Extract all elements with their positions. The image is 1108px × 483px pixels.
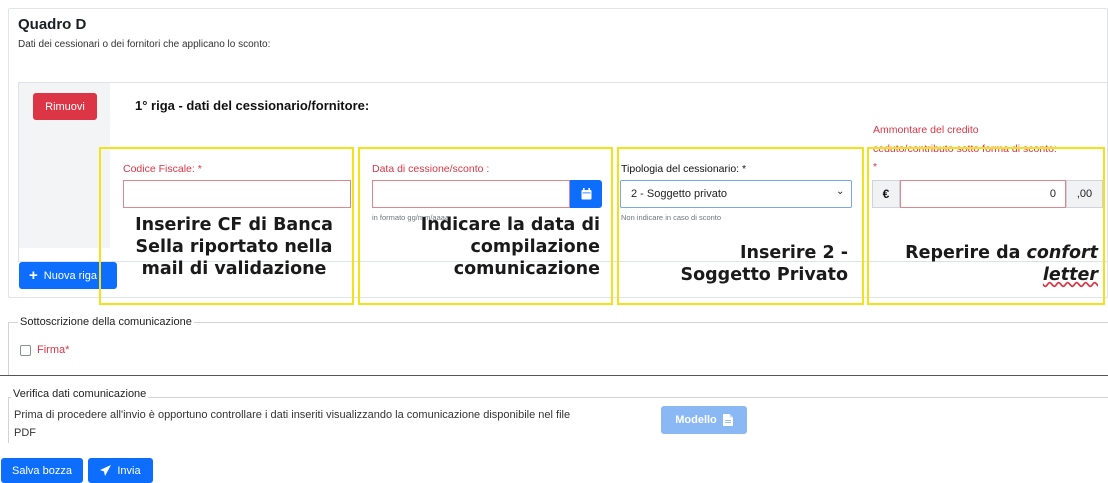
page-title: Quadro D [18,16,87,33]
divider [0,375,1108,376]
annotation-ammontare-prefix: Reperire da [905,243,1027,263]
annotation-ammontare-line2: letter [1042,265,1098,285]
firma-label: Firma* [37,344,70,356]
annotation-ammontare: Reperire da confort letter [872,242,1098,286]
annotation-tipologia-line: Inserire 2 - [739,243,848,263]
annotation-tipologia-line: Soggetto Privato [680,265,848,285]
annotation-cf-line: Inserire CF di Banca [135,215,333,235]
page-subtitle: Dati dei cessionari o dei fornitori che … [18,39,271,50]
file-icon [722,414,733,426]
verifica-legend: Verifica dati comunicazione [11,388,149,400]
annotation-data-line: Indicare la data di [420,215,600,235]
verifica-text-line1: Prima di procedere all'invio è opportuno… [14,409,571,421]
row-title: 1° riga - dati del cessionario/fornitore… [135,98,370,113]
modello-button[interactable]: Modello [661,406,747,434]
annotation-cf: Inserire CF di Banca Sella riportato nel… [123,214,345,280]
remove-row-button[interactable]: Rimuovi [33,93,97,120]
sottoscrizione-fieldset [8,322,1108,376]
ammontare-label-line1: Ammontare del credito [873,124,979,136]
annotation-tipologia: Inserire 2 - Soggetto Privato [626,242,848,286]
verifica-text-line2: PDF [14,427,36,439]
send-button[interactable]: Invia [88,458,153,483]
sottoscrizione-legend: Sottoscrizione della comunicazione [18,316,194,328]
annotation-cf-line: mail di validazione [141,259,327,279]
send-label: Invia [117,464,141,477]
annotation-data-line: comunicazione [453,259,600,279]
firma-checkbox[interactable] [20,345,31,356]
annotation-data-line: compilazione [470,237,601,257]
add-row-label: Nuova riga [43,269,97,282]
annotation-ammontare-italic: confort [1026,243,1099,263]
annotation-data: Indicare la data di compilazione comunic… [378,214,600,280]
annotation-cf-line: Sella riportato nella [135,237,333,257]
modello-label: Modello [675,414,717,426]
paper-plane-icon [100,465,112,476]
plus-icon: + [29,267,38,284]
save-draft-button[interactable]: Salva bozza [1,458,83,483]
